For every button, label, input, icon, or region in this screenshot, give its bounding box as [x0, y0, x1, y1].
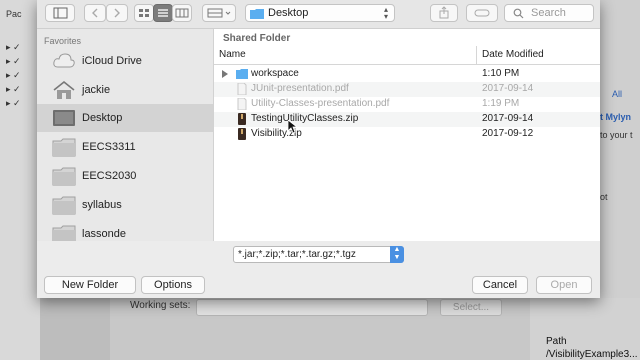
file-date: 2017-09-12 [482, 128, 534, 139]
tree-item[interactable]: ▸ ✓ [6, 98, 21, 109]
folder-icon [52, 138, 76, 157]
file-name: TestingUtilityClasses.zip [251, 113, 359, 124]
folder-icon [236, 69, 248, 79]
arrange-button[interactable] [202, 4, 236, 22]
search-placeholder: Search [531, 7, 566, 19]
sidebar-item-jackie[interactable]: jackie [37, 76, 213, 104]
column-view-button[interactable] [172, 4, 192, 22]
select-button[interactable]: Select... [440, 299, 502, 316]
sidebar-icon [53, 7, 68, 19]
favorites-heading: Favorites [44, 36, 82, 46]
path-column-header: Path [546, 336, 567, 347]
sidebar-item-eecs2030[interactable]: EECS2030 [37, 162, 213, 190]
column-divider[interactable] [476, 46, 477, 64]
right-ot-text: ot [600, 192, 608, 202]
working-sets-label: Working sets: [130, 300, 191, 311]
tag-button[interactable] [466, 4, 498, 22]
grid-icon [139, 9, 149, 17]
tree-item[interactable]: ▸ ✓ [6, 42, 21, 53]
zip-archive-icon [238, 113, 246, 125]
file-date: 1:10 PM [482, 68, 520, 79]
sidebar-item-label: syllabus [82, 199, 122, 211]
right-mylyn-text: t Mylyn [600, 112, 632, 122]
sidebar-item-label: EECS2030 [82, 170, 137, 182]
package-explorer-tab[interactable]: Pac [6, 9, 22, 19]
sidebar-item-eecs3311[interactable]: EECS3311 [37, 133, 213, 161]
sidebar-item-label: Desktop [82, 112, 123, 124]
chevron-right-icon [114, 8, 120, 18]
columns-icon [175, 8, 189, 18]
folder-icon [52, 225, 76, 241]
location-popup[interactable]: Desktop ▴ ▾ [245, 4, 395, 22]
file-type-filter-value: *.jar;*.zip;*.tar;*.tar.gz;*.tgz [238, 249, 356, 260]
desktop-icon [53, 110, 75, 126]
right-all-link[interactable]: All [612, 89, 622, 99]
disclosure-triangle-icon[interactable] [222, 70, 228, 78]
tree-item[interactable]: ▸ ✓ [6, 56, 21, 67]
file-name: Utility-Classes-presentation.pdf [251, 98, 390, 109]
share-button[interactable] [430, 4, 458, 22]
arrange-icon [207, 8, 231, 18]
cancel-button[interactable]: Cancel [472, 276, 528, 294]
file-date: 1:19 PM [482, 98, 520, 109]
name-column-header[interactable]: Name [219, 46, 246, 64]
search-field[interactable]: Search [504, 4, 594, 22]
path-value: /VisibilityExample3... [546, 349, 638, 360]
right-to-your-text: to your t [600, 130, 633, 140]
working-sets-select[interactable] [196, 299, 428, 316]
pdf-document-icon [237, 98, 247, 110]
file-row-testing-zip[interactable]: TestingUtilityClasses.zip 2017-09-14 [214, 112, 600, 127]
date-modified-column-header[interactable]: Date Modified [482, 46, 544, 64]
folder-icon [52, 196, 76, 215]
file-row-workspace[interactable]: workspace 1:10 PM [214, 67, 600, 82]
background-left-panel [0, 0, 40, 360]
file-row-utility-pdf: Utility-Classes-presentation.pdf 1:19 PM [214, 97, 600, 112]
file-name: workspace [251, 68, 299, 79]
file-row-junit-pdf: JUnit-presentation.pdf 2017-09-14 [214, 82, 600, 97]
tag-icon [474, 9, 490, 17]
location-label: Desktop [268, 7, 309, 19]
list-icon [158, 9, 168, 17]
share-icon [439, 6, 449, 19]
sidebar-toggle-button[interactable] [45, 4, 75, 22]
shared-folder-heading: Shared Folder [223, 33, 291, 44]
sidebar-item-lassonde[interactable]: lassonde [37, 220, 213, 241]
forward-button[interactable] [106, 4, 128, 22]
tree-item[interactable]: ▸ ✓ [6, 84, 21, 95]
updown-chevron-icon[interactable]: ▲ ▼ [390, 246, 404, 263]
sidebar-item-label: lassonde [82, 228, 127, 240]
folder-icon [250, 9, 264, 19]
sidebar-item-desktop[interactable]: Desktop [37, 104, 213, 132]
tree-item[interactable]: ▸ ✓ [6, 70, 21, 81]
cloud-icon [53, 53, 75, 68]
folder-icon [52, 167, 76, 186]
options-button[interactable]: Options [141, 276, 205, 294]
back-button[interactable] [84, 4, 106, 22]
sidebar-item-icloud-drive[interactable]: iCloud Drive [37, 47, 213, 75]
header-divider [214, 64, 600, 65]
zip-archive-icon [238, 128, 246, 140]
open-button[interactable]: Open [536, 276, 592, 294]
sidebar-item-label: EECS3311 [82, 141, 136, 153]
file-name: JUnit-presentation.pdf [251, 83, 349, 94]
file-date: 2017-09-14 [482, 83, 534, 94]
new-folder-button[interactable]: New Folder [44, 276, 136, 294]
updown-chevron-icon: ▴ ▾ [384, 5, 389, 21]
file-row-visibility-zip[interactable]: Visibility.zip 2017-09-12 [214, 127, 600, 142]
search-icon [513, 8, 524, 19]
sidebar-item-label: jackie [82, 84, 111, 96]
file-date: 2017-09-14 [482, 113, 534, 124]
pdf-document-icon [237, 83, 247, 95]
mouse-cursor-icon [288, 120, 298, 134]
home-icon [53, 80, 75, 99]
sidebar-item-label: iCloud Drive [82, 55, 142, 67]
chevron-left-icon [92, 8, 98, 18]
list-view-button[interactable] [153, 4, 173, 22]
sidebar-item-syllabus[interactable]: syllabus [37, 191, 213, 219]
icon-view-button[interactable] [134, 4, 154, 22]
